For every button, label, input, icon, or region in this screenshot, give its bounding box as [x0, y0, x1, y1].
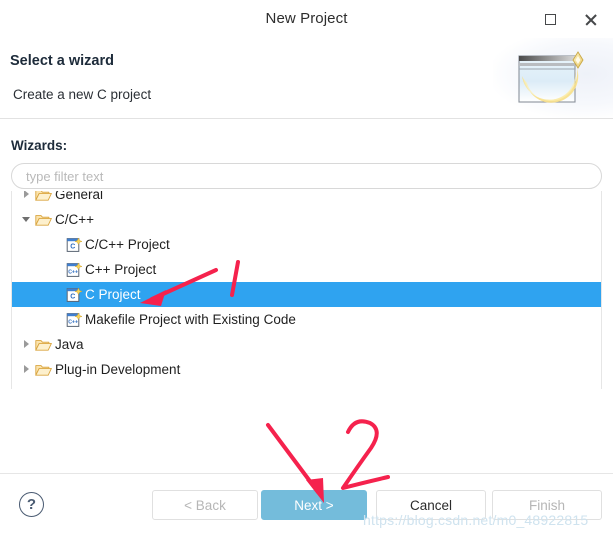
- folder-icon: [35, 339, 52, 351]
- maximize-button[interactable]: [538, 8, 562, 30]
- chevron-right-icon[interactable]: [22, 365, 31, 374]
- tree-item-label: C/C++: [55, 211, 95, 227]
- window-title: New Project: [265, 10, 348, 27]
- c-project-icon: C: [66, 237, 82, 252]
- folder-icon: [35, 364, 52, 376]
- help-icon[interactable]: ?: [19, 492, 44, 517]
- tree-item-makefile-project-with-existing-code[interactable]: C++ Makefile Project with Existing Code: [12, 307, 601, 332]
- tree-item-label: Makefile Project with Existing Code: [85, 311, 296, 327]
- tree-item-label: Java: [55, 336, 84, 352]
- chevron-right-icon[interactable]: [22, 191, 31, 199]
- tree-item-c-c-project[interactable]: C C/C++ Project: [12, 232, 601, 257]
- c-project-icon: C: [66, 287, 82, 302]
- tree-item-label: C++ Project: [85, 261, 157, 277]
- footer-separator: [0, 473, 613, 474]
- annotation-digit-2: [341, 419, 390, 490]
- close-button[interactable]: [578, 8, 602, 30]
- banner-separator: [0, 118, 613, 119]
- svg-text:C++: C++: [68, 269, 78, 275]
- folder-icon: [35, 191, 52, 201]
- wizard-tree[interactable]: General C/C++ C C/C++ Project C++ C++ Pr…: [11, 191, 602, 389]
- page-title: Select a wizard: [10, 53, 114, 69]
- cpp-project-icon: C++: [66, 312, 82, 327]
- next-button[interactable]: Next >: [261, 490, 367, 520]
- svg-text:C: C: [70, 243, 75, 250]
- chevron-right-icon[interactable]: [22, 340, 31, 349]
- tree-item-plug-in-development[interactable]: Plug-in Development: [12, 357, 601, 382]
- cpp-project-icon: C++: [66, 262, 82, 277]
- new-project-wizard-icon: [493, 38, 613, 118]
- watermark: https://blog.csdn.net/m0_48922815: [363, 512, 589, 528]
- wizard-tree-rows: General C/C++ C C/C++ Project C++ C++ Pr…: [12, 191, 601, 382]
- maximize-icon: [544, 13, 556, 25]
- tree-item-label: C Project: [85, 286, 141, 302]
- tree-item-c-project[interactable]: C C Project: [12, 282, 601, 307]
- tree-item-general[interactable]: General: [12, 191, 601, 207]
- new-project-dialog: New Project Select a wizard Create a new…: [0, 0, 613, 540]
- back-button[interactable]: < Back: [152, 490, 258, 520]
- title-bar: New Project: [0, 0, 613, 38]
- svg-text:C: C: [70, 293, 75, 300]
- wizards-label: Wizards:: [11, 138, 68, 153]
- chevron-down-icon[interactable]: [22, 215, 31, 224]
- filter-input[interactable]: [11, 163, 602, 189]
- wizard-graphic-svg: [518, 51, 584, 103]
- close-icon: [584, 13, 597, 26]
- tree-item-label: General: [55, 191, 104, 202]
- tree-item-java[interactable]: Java: [12, 332, 601, 357]
- wizard-banner: Select a wizard Create a new C project: [0, 38, 613, 118]
- svg-text:C++: C++: [68, 319, 78, 325]
- folder-icon: [35, 214, 52, 226]
- tree-item-label: Plug-in Development: [55, 361, 181, 377]
- tree-item-c-project[interactable]: C++ C++ Project: [12, 257, 601, 282]
- tree-item-label: C/C++ Project: [85, 236, 170, 252]
- tree-item-c-c[interactable]: C/C++: [12, 207, 601, 232]
- page-description: Create a new C project: [13, 87, 152, 102]
